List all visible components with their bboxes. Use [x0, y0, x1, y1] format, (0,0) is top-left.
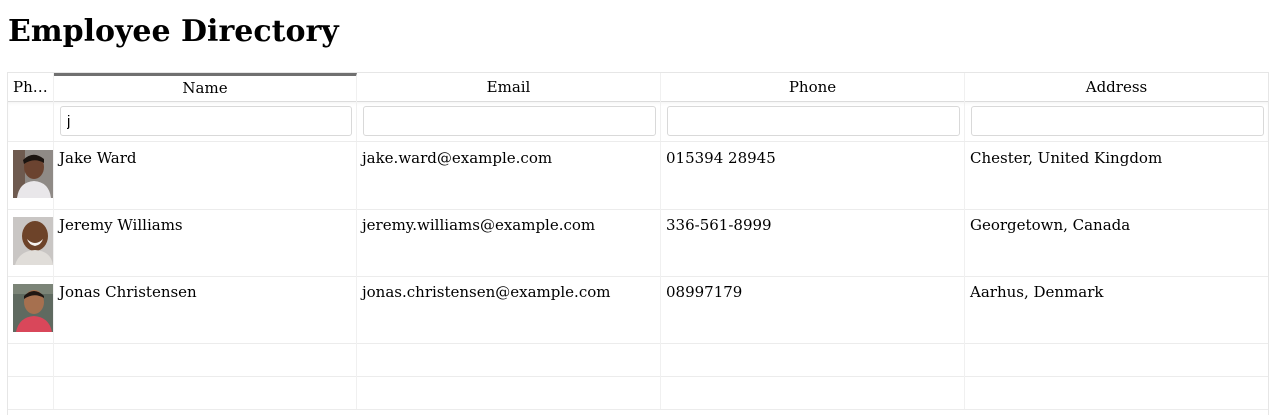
- empty-cell: [661, 376, 965, 409]
- phone-filter-cell: [661, 101, 965, 141]
- empty-cell: [8, 343, 54, 376]
- page-title: Employee Directory: [8, 14, 339, 49]
- column-header-email[interactable]: Email: [357, 73, 661, 101]
- column-header-name[interactable]: Name: [54, 73, 357, 101]
- address-filter-cell: [965, 101, 1268, 141]
- empty-cell: [965, 376, 1268, 409]
- email-filter-cell: [357, 101, 661, 141]
- email-cell: jeremy.williams@example.com: [357, 209, 661, 276]
- email-cell: jake.ward@example.com: [357, 142, 661, 209]
- photo-filter-cell: [8, 101, 54, 141]
- table-row[interactable]: Jake Ward jake.ward@example.com 015394 2…: [8, 142, 1268, 210]
- column-header-phone[interactable]: Phone: [661, 73, 965, 101]
- empty-cell: [54, 343, 357, 376]
- name-filter-cell: [54, 101, 357, 141]
- avatar: [13, 150, 53, 198]
- address-cell: Chester, United Kingdom: [970, 149, 1163, 167]
- name-filter-input[interactable]: [60, 106, 352, 136]
- empty-cell: [965, 343, 1268, 376]
- grid-header-row: Ph… Name Email Phone Address: [8, 73, 1268, 102]
- column-header-address[interactable]: Address: [965, 73, 1268, 101]
- name-cell: Jake Ward: [54, 142, 357, 209]
- empty-cell: [54, 376, 357, 409]
- empty-cell: [357, 343, 661, 376]
- email-filter-input[interactable]: [363, 106, 656, 136]
- photo-cell: [8, 209, 54, 276]
- address-cell: Georgetown, Canada: [970, 216, 1131, 234]
- empty-cell: [661, 343, 965, 376]
- phone-cell: 08997179: [661, 276, 965, 343]
- empty-cell: [8, 376, 54, 409]
- email-cell: jonas.christensen@example.com: [357, 276, 661, 343]
- photo-cell: [8, 276, 54, 343]
- name-cell: Jeremy Williams: [54, 209, 357, 276]
- avatar: [13, 284, 53, 332]
- employee-grid: Ph… Name Email Phone Address j Jake Ward…: [7, 72, 1269, 415]
- empty-table-row: [8, 343, 1268, 377]
- table-row[interactable]: Jonas Christensen jonas.christensen@exam…: [8, 276, 1268, 344]
- avatar: [13, 217, 53, 265]
- address-filter-input[interactable]: [971, 106, 1264, 136]
- grid-filter-row: [8, 101, 1268, 142]
- name-cell: Jonas Christensen: [54, 276, 357, 343]
- photo-cell: [8, 142, 54, 209]
- phone-cell: 015394 28945: [661, 142, 965, 209]
- table-row[interactable]: Jeremy Williams jeremy.williams@example.…: [8, 209, 1268, 277]
- column-header-photo[interactable]: Ph…: [8, 73, 54, 101]
- phone-cell: 336-561-8999: [661, 209, 965, 276]
- address-cell: Aarhus, Denmark: [970, 283, 1104, 301]
- empty-table-row: [8, 376, 1268, 410]
- phone-filter-input[interactable]: [667, 106, 960, 136]
- employee-directory-page: Employee Directory Ph… Name Email Phone …: [0, 0, 1278, 415]
- empty-cell: [357, 376, 661, 409]
